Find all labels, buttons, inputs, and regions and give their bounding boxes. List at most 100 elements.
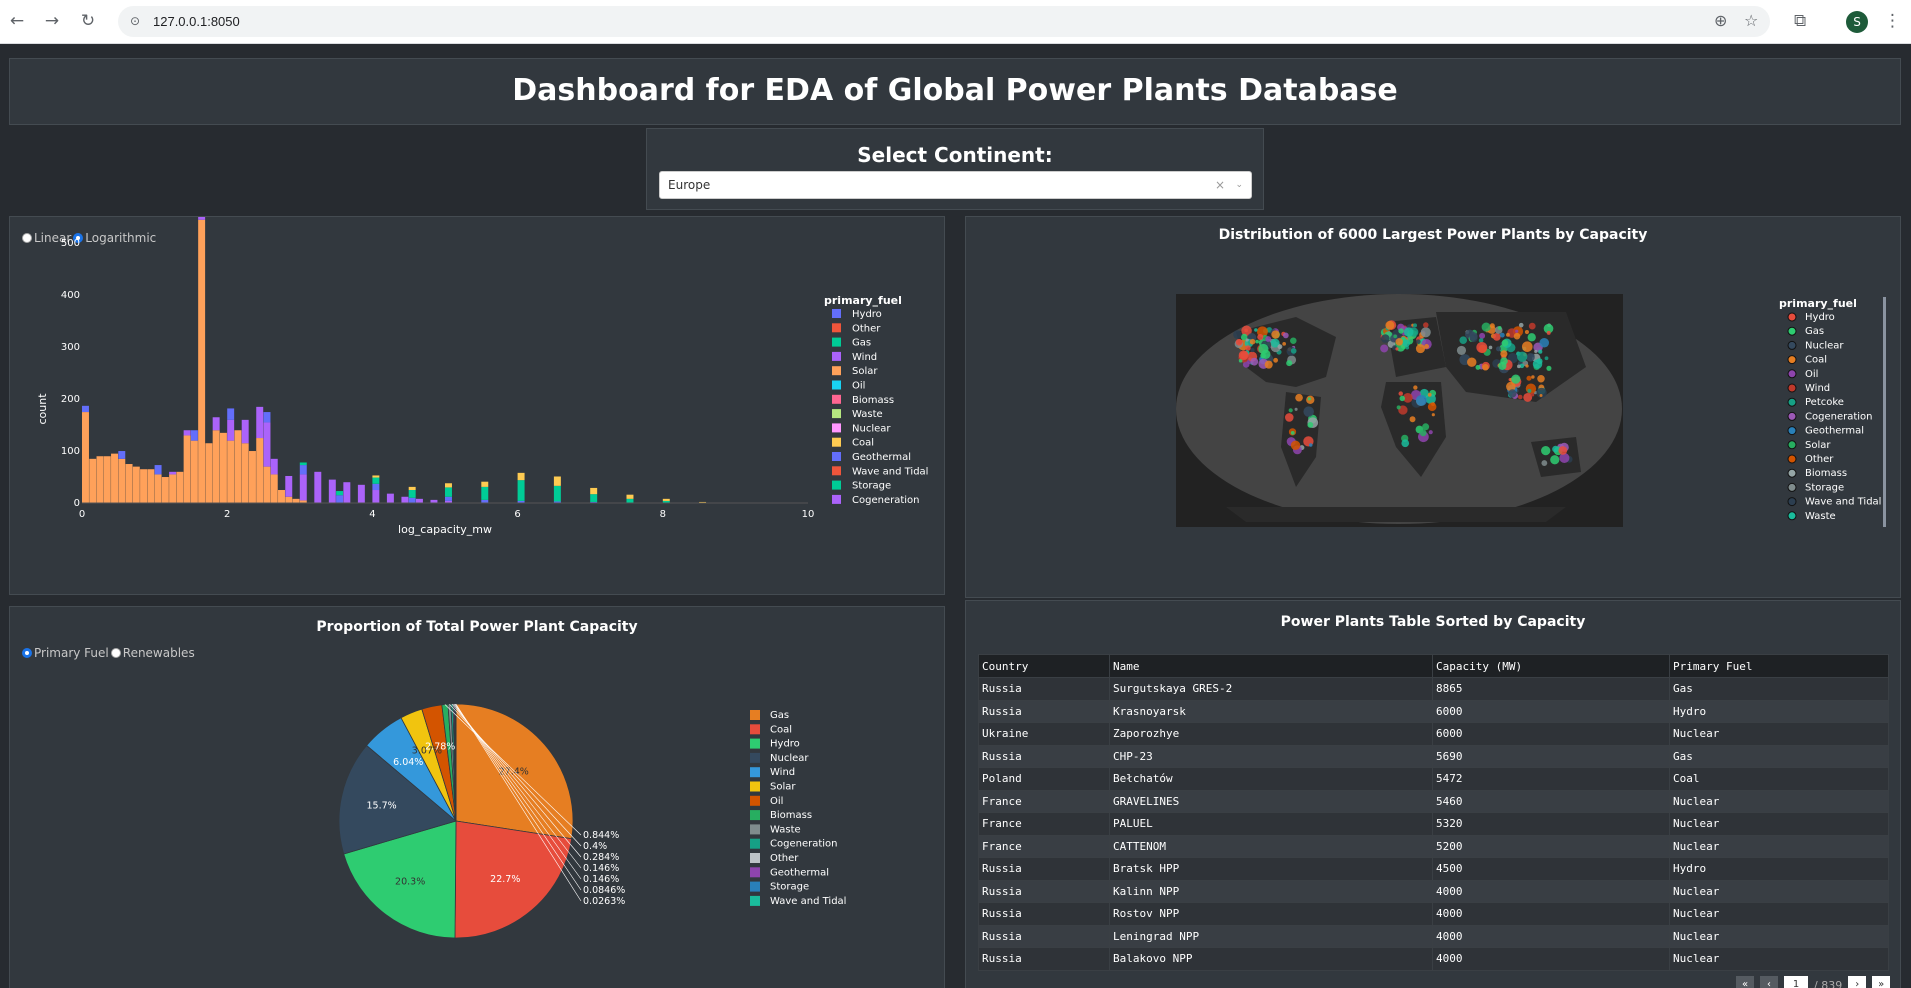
histogram-bar[interactable] <box>299 465 307 475</box>
table-cell[interactable]: PALUEL <box>1109 812 1433 836</box>
url-text[interactable]: 127.0.0.1:8050 <box>153 6 240 37</box>
table-cell[interactable]: Russia <box>978 902 1110 926</box>
map-legend-marker[interactable] <box>1787 454 1797 464</box>
table-cell[interactable]: Russia <box>978 947 1110 971</box>
plant-marker[interactable] <box>1427 402 1437 412</box>
histogram-bar[interactable] <box>278 490 285 503</box>
table-cell[interactable]: Rostov NPP <box>1109 902 1433 926</box>
world-map-chart[interactable]: primary_fuel Hydro Gas Nuclear Coal Oil Wind Pe… <box>966 217 1900 587</box>
plant-marker[interactable] <box>1244 328 1248 333</box>
histogram-bar[interactable] <box>553 485 561 502</box>
table-cell[interactable]: France <box>978 812 1110 836</box>
legend-item[interactable]: Biomass <box>852 395 894 406</box>
zoom-icon[interactable]: ⊕ <box>1714 9 1727 33</box>
map-legend-item[interactable]: Oil <box>1805 369 1818 380</box>
clear-icon[interactable]: × <box>1215 172 1225 198</box>
plant-marker[interactable] <box>1517 394 1523 400</box>
legend-swatch[interactable] <box>832 309 841 318</box>
plant-marker[interactable] <box>1398 391 1403 396</box>
histogram-bar[interactable] <box>256 438 264 503</box>
histogram-bar[interactable] <box>408 497 416 503</box>
table-cell[interactable]: 5200 <box>1432 834 1670 858</box>
plant-marker[interactable] <box>1255 339 1259 344</box>
pie-legend-swatch[interactable] <box>750 867 760 878</box>
histogram-bar[interactable] <box>263 422 271 467</box>
plant-marker[interactable] <box>1416 339 1421 344</box>
legend-swatch[interactable] <box>832 437 841 447</box>
table-cell[interactable]: CHP-23 <box>1109 744 1433 768</box>
map-legend-marker[interactable] <box>1787 497 1797 507</box>
plant-marker[interactable] <box>1250 357 1259 366</box>
histogram-bar[interactable] <box>154 465 162 475</box>
table-cell[interactable]: Gas <box>1669 744 1889 768</box>
plant-marker[interactable] <box>1277 344 1283 350</box>
table-row[interactable]: Russia Balakovo NPP 4000 Nuclear <box>978 947 1889 971</box>
pie-legend-item[interactable]: Wave and Tidal <box>770 896 846 907</box>
histogram-bar[interactable] <box>205 443 213 503</box>
histogram-bar[interactable] <box>343 482 351 503</box>
table-cell[interactable]: France <box>978 834 1110 858</box>
histogram-bar[interactable] <box>270 474 278 503</box>
table-row[interactable]: Russia Bratsk HPP 4500 Hydro <box>978 857 1889 881</box>
table-row[interactable]: Russia Surgutskaya GRES-2 8865 Gas <box>978 677 1889 701</box>
pie-legend-item[interactable]: Coal <box>770 724 792 735</box>
table-cell[interactable]: Surgutskaya GRES-2 <box>1109 677 1433 701</box>
map-legend-item[interactable]: Coal <box>1805 355 1827 366</box>
legend-swatch[interactable] <box>832 337 841 347</box>
pie-legend-item[interactable]: Hydro <box>770 739 800 750</box>
pie-chart[interactable]: 27.4%22.7%20.3%15.7%6.04%3.07%2.78%0.844… <box>10 607 944 977</box>
table-row[interactable]: Russia Leningrad NPP 4000 Nuclear <box>978 924 1889 948</box>
table-cell[interactable]: Russia <box>978 677 1110 701</box>
table-cell[interactable]: CATTENOM <box>1109 834 1433 858</box>
map-legend-marker[interactable] <box>1787 369 1797 379</box>
plant-marker[interactable] <box>1249 338 1256 345</box>
plant-marker[interactable] <box>1402 339 1411 348</box>
histogram-bar[interactable] <box>445 496 452 501</box>
map-legend-item[interactable]: Wave and Tidal <box>1805 497 1881 508</box>
histogram-bar[interactable] <box>662 498 670 501</box>
plant-marker[interactable] <box>1415 394 1427 406</box>
histogram-bar[interactable] <box>82 412 89 503</box>
table-cell[interactable]: 4000 <box>1432 879 1670 903</box>
plant-marker[interactable] <box>1506 332 1510 337</box>
plant-marker[interactable] <box>1517 351 1528 362</box>
plant-marker[interactable] <box>1546 365 1552 371</box>
histogram-bar[interactable] <box>198 217 206 220</box>
histogram-bar[interactable] <box>241 419 249 444</box>
plant-marker[interactable] <box>1401 439 1410 448</box>
plant-marker[interactable] <box>1527 388 1532 393</box>
prev-page-button[interactable]: ‹ <box>1760 976 1778 988</box>
pie-legend-item[interactable]: Cogeneration <box>770 839 838 850</box>
plant-marker[interactable] <box>1427 392 1432 397</box>
histogram-bar[interactable] <box>248 451 256 503</box>
histogram-bar[interactable] <box>212 417 220 431</box>
pie-legend-swatch[interactable] <box>750 824 760 835</box>
legend-item[interactable]: Oil <box>852 381 865 392</box>
plant-marker[interactable] <box>1534 349 1538 354</box>
plant-marker[interactable] <box>1482 363 1489 371</box>
plant-marker[interactable] <box>1413 385 1418 390</box>
histogram-bar[interactable] <box>190 430 198 441</box>
forward-arrow-icon[interactable]: → <box>41 9 63 33</box>
table-cell[interactable]: Nuclear <box>1669 789 1889 813</box>
plant-marker[interactable] <box>1264 360 1273 369</box>
plant-marker[interactable] <box>1497 326 1502 330</box>
histogram-bar[interactable] <box>118 451 126 459</box>
histogram-bar[interactable] <box>241 443 249 503</box>
plant-marker[interactable] <box>1500 350 1508 358</box>
legend-swatch[interactable] <box>832 494 841 504</box>
histogram-bar[interactable] <box>408 486 416 491</box>
plant-marker[interactable] <box>1235 338 1243 346</box>
table-cell[interactable]: 5690 <box>1432 744 1670 768</box>
table-cell[interactable]: France <box>978 789 1110 813</box>
pie-legend-swatch[interactable] <box>750 781 760 792</box>
histogram-bar[interactable] <box>140 469 148 503</box>
pie-legend-swatch[interactable] <box>750 767 760 778</box>
table-cell[interactable]: Bratsk HPP <box>1109 857 1433 881</box>
table-cell[interactable]: Gas <box>1669 677 1889 701</box>
pie-legend-item[interactable]: Gas <box>770 710 789 721</box>
pie-legend-swatch[interactable] <box>750 752 760 763</box>
table-cell[interactable]: 5472 <box>1432 767 1670 791</box>
histogram-bar[interactable] <box>372 475 380 478</box>
plant-marker[interactable] <box>1518 322 1524 328</box>
